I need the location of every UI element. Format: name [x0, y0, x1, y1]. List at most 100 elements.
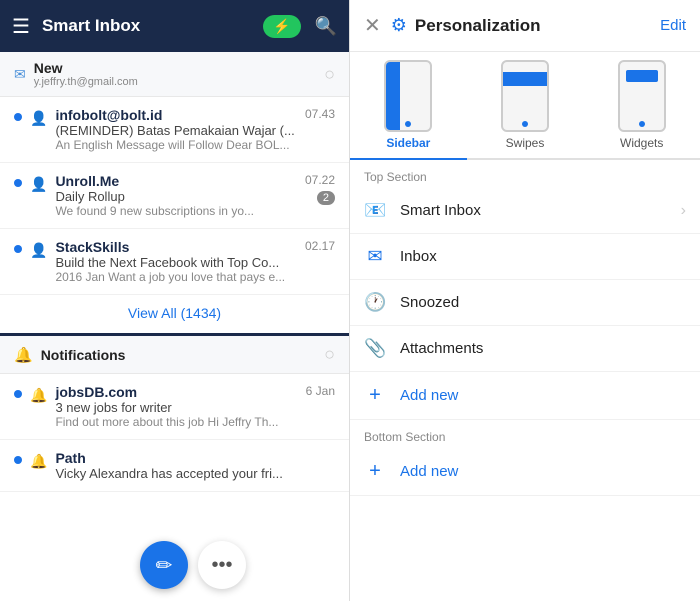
tab-swipes-label: Swipes	[506, 136, 545, 150]
notif-time: 6 Jan	[306, 384, 335, 400]
inbox-label: Inbox	[400, 248, 686, 265]
email-time: 02.17	[305, 239, 335, 253]
left-panel: ☰ Smart Inbox ⚡ 🔍 ✉ New y.jeffry.th@gmai…	[0, 0, 350, 601]
top-section-label: Top Section	[350, 160, 700, 188]
menu-item-smart-inbox[interactable]: 📧 Smart Inbox ›	[350, 188, 700, 234]
menu-item-inbox[interactable]: ✉ Inbox	[350, 234, 700, 280]
header-title: Smart Inbox	[42, 16, 263, 36]
compose-button[interactable]: ✏	[140, 541, 188, 589]
subject: Build the Next Facebook with Top Co...	[55, 255, 299, 270]
subject: Daily Rollup	[55, 189, 299, 204]
email-item-2[interactable]: 👤 Unroll.Me Daily Rollup We found 9 new …	[0, 163, 349, 229]
email-content: Unroll.Me Daily Rollup We found 9 new su…	[55, 173, 299, 218]
right-panel-title: Personalization	[415, 16, 660, 36]
subject: (REMINDER) Batas Pemakaian Wajar (...	[55, 123, 299, 138]
alert-icon: 🔔	[30, 387, 47, 404]
sender: StackSkills	[55, 239, 299, 255]
smart-inbox-label: Smart Inbox	[400, 202, 681, 219]
new-label: New	[34, 60, 324, 76]
avatar-icon: 👤	[30, 242, 47, 259]
chevron-right-icon: ›	[681, 202, 686, 220]
check-circle-icon: ○	[324, 64, 335, 85]
email-time: 07.43	[305, 107, 335, 121]
tab-sidebar[interactable]: Sidebar	[350, 52, 467, 158]
email-content: StackSkills Build the Next Facebook with…	[55, 239, 299, 284]
add-new-top-button[interactable]: + Add new	[350, 372, 700, 420]
notif-sender: jobsDB.com	[55, 384, 137, 400]
unread-dot	[14, 390, 22, 398]
more-options-button[interactable]: •••	[198, 541, 246, 589]
email-meta: 07.22 2	[305, 173, 335, 205]
notif-item-2[interactable]: 🔔 Path Vicky Alexandra has accepted your…	[0, 440, 349, 492]
smart-inbox-icon: 📧	[364, 200, 386, 221]
snoozed-label: Snoozed	[400, 294, 686, 311]
close-icon[interactable]: ✕	[364, 13, 381, 38]
email-meta: 02.17	[305, 239, 335, 253]
notifications-title: Notifications	[41, 347, 324, 363]
email-account: y.jeffry.th@gmail.com	[34, 76, 324, 88]
notif-content-2: Path Vicky Alexandra has accepted your f…	[55, 450, 335, 481]
notif-content: jobsDB.com 6 Jan 3 new jobs for writer F…	[55, 384, 335, 429]
edit-icon: ✏	[156, 553, 173, 578]
attachments-icon: 📎	[364, 338, 386, 359]
power-badge: ⚡	[263, 15, 300, 38]
fab-container: ✏ •••	[140, 541, 246, 589]
email-list: 👤 infobolt@bolt.id (REMINDER) Batas Pema…	[0, 97, 349, 295]
email-item-1[interactable]: 👤 infobolt@bolt.id (REMINDER) Batas Pema…	[0, 97, 349, 163]
email-content: infobolt@bolt.id (REMINDER) Batas Pemaka…	[55, 107, 299, 152]
edit-button[interactable]: Edit	[660, 17, 686, 34]
right-panel: ✕ ⚙ Personalization Edit Sidebar Swipes	[350, 0, 700, 601]
tab-widgets-label: Widgets	[620, 136, 663, 150]
view-all-label: View All (1434)	[128, 305, 221, 321]
check-circle-icon-notif: ○	[324, 344, 335, 365]
personalization-icon: ⚙	[391, 15, 407, 36]
search-icon[interactable]: 🔍	[315, 16, 337, 37]
bell-icon: 🔔	[14, 346, 33, 364]
add-icon-bottom: +	[364, 460, 386, 483]
email-badge: 2	[317, 191, 335, 205]
unread-dot	[14, 179, 22, 187]
tab-swipes[interactable]: Swipes	[467, 52, 584, 158]
tab-sidebar-label: Sidebar	[386, 136, 430, 150]
notif-item-1[interactable]: 🔔 jobsDB.com 6 Jan 3 new jobs for writer…	[0, 374, 349, 440]
preview: 2016 Jan Want a job you love that pays e…	[55, 270, 299, 284]
notif-preview: Find out more about this job Hi Jeffry T…	[55, 415, 335, 429]
unread-dot	[14, 456, 22, 464]
preview: An English Message will Follow Dear BOL.…	[55, 138, 299, 152]
sidebar-preview	[384, 60, 432, 132]
view-all-button[interactable]: View All (1434)	[0, 295, 349, 336]
avatar-icon: 👤	[30, 110, 47, 127]
menu-item-snoozed[interactable]: 🕐 Snoozed	[350, 280, 700, 326]
envelope-icon: ✉	[14, 66, 26, 83]
notifications-header: 🔔 Notifications ○	[0, 336, 349, 374]
left-header: ☰ Smart Inbox ⚡ 🔍	[0, 0, 349, 52]
add-new-top-label: Add new	[400, 387, 686, 404]
inbox-icon: ✉	[364, 246, 386, 267]
preview: We found 9 new subscriptions in yo...	[55, 204, 299, 218]
sender: infobolt@bolt.id	[55, 107, 299, 123]
notif-subject-2: Vicky Alexandra has accepted your fri...	[55, 466, 335, 481]
smart-inbox-section-header: ✉ New y.jeffry.th@gmail.com ○	[0, 52, 349, 97]
right-header: ✕ ⚙ Personalization Edit	[350, 0, 700, 52]
add-new-bottom-button[interactable]: + Add new	[350, 448, 700, 496]
attachments-label: Attachments	[400, 340, 686, 357]
notif-sender-2: Path	[55, 450, 335, 466]
power-icon: ⚡	[273, 18, 290, 35]
unread-dot	[14, 113, 22, 121]
add-icon-top: +	[364, 384, 386, 407]
email-meta: 07.43	[305, 107, 335, 121]
email-time: 07.22	[305, 173, 335, 187]
unread-dot	[14, 245, 22, 253]
email-item-3[interactable]: 👤 StackSkills Build the Next Facebook wi…	[0, 229, 349, 295]
bottom-section-label: Bottom Section	[350, 420, 700, 448]
tab-widgets[interactable]: Widgets	[583, 52, 700, 158]
menu-item-attachments[interactable]: 📎 Attachments	[350, 326, 700, 372]
avatar-icon: 👤	[30, 176, 47, 193]
hamburger-icon[interactable]: ☰	[12, 14, 30, 39]
alert-icon-2: 🔔	[30, 453, 47, 470]
notif-subject: 3 new jobs for writer	[55, 400, 335, 415]
more-icon: •••	[211, 554, 232, 577]
personalization-tabs: Sidebar Swipes Widgets	[350, 52, 700, 160]
sender: Unroll.Me	[55, 173, 299, 189]
snoozed-icon: 🕐	[364, 292, 386, 313]
